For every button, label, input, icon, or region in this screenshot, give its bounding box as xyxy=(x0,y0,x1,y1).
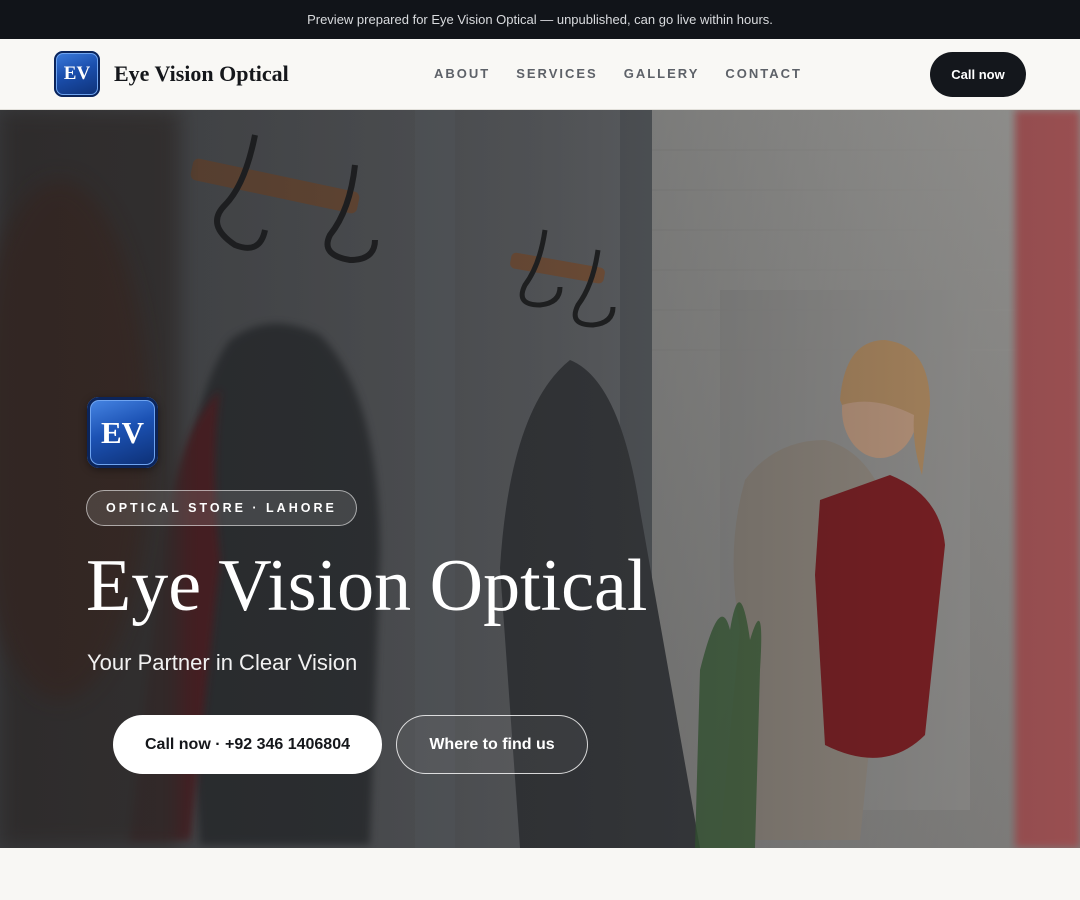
nav-link-gallery[interactable]: GALLERY xyxy=(624,66,700,81)
brand-logo-text: EV xyxy=(63,63,91,84)
brand-name[interactable]: Eye Vision Optical xyxy=(114,61,289,87)
nav-link-contact[interactable]: CONTACT xyxy=(725,66,802,81)
main-nav: ABOUT SERVICES GALLERY CONTACT xyxy=(434,66,802,81)
location-badge-text: OPTICAL STORE · LAHORE xyxy=(106,501,337,515)
site-header: EV Eye Vision Optical ABOUT SERVICES GAL… xyxy=(0,39,1080,110)
header-call-now-button[interactable]: Call now xyxy=(930,52,1026,97)
preview-notice-text: Preview prepared for Eye Vision Optical … xyxy=(307,12,773,27)
where-to-find-us-button[interactable]: Where to find us xyxy=(396,715,588,774)
nav-link-services[interactable]: SERVICES xyxy=(516,66,598,81)
hero-logo-text: EV xyxy=(100,414,145,450)
location-badge: OPTICAL STORE · LAHORE xyxy=(86,490,357,526)
brand-logo[interactable]: EV xyxy=(54,51,100,97)
hero-subtitle: Your Partner in Clear Vision xyxy=(87,650,358,675)
nav-link-about[interactable]: ABOUT xyxy=(434,66,490,81)
hero-title: Eye Vision Optical xyxy=(86,545,648,627)
hero-section: EV OPTICAL STORE · LAHORE Eye Vision Opt… xyxy=(0,110,1080,848)
preview-notice-bar: Preview prepared for Eye Vision Optical … xyxy=(0,0,1080,39)
call-now-phone-button[interactable]: Call now · +92 346 1406804 xyxy=(113,715,382,774)
hero-logo: EV xyxy=(87,397,158,468)
